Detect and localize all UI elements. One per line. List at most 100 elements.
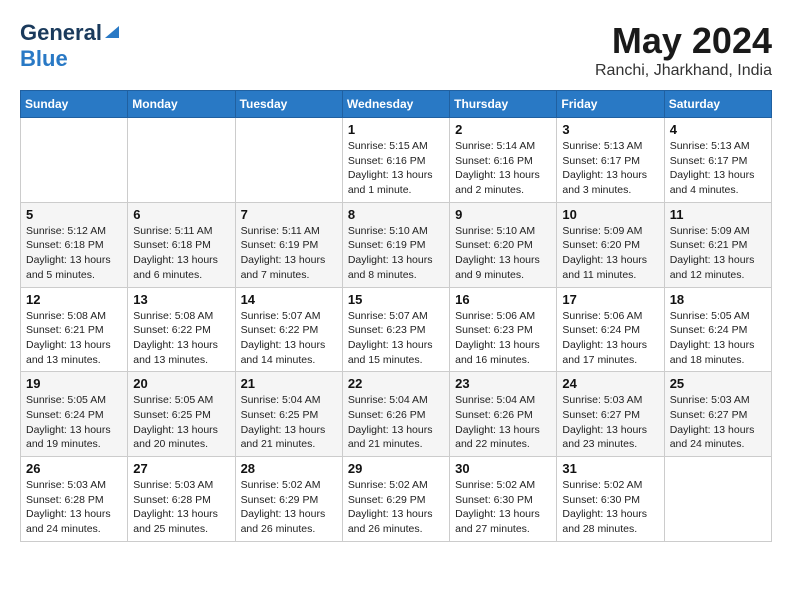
day-info: Sunrise: 5:04 AMSunset: 6:26 PMDaylight:… — [455, 393, 551, 452]
calendar-cell: 20 Sunrise: 5:05 AMSunset: 6:25 PMDayligh… — [128, 372, 235, 457]
calendar-cell: 31Sunrise: 5:02 AMSunset: 6:30 PMDayligh… — [557, 457, 664, 542]
day-number: 31 — [562, 461, 658, 476]
col-thursday: Thursday — [450, 91, 557, 118]
title-area: May 2024 Ranchi, Jharkhand, India — [595, 20, 772, 80]
calendar-cell: 4Sunrise: 5:13 AMSunset: 6:17 PMDaylight… — [664, 118, 771, 203]
calendar-cell: 1 Sunrise: 5:15 AMSunset: 6:16 PMDaylight… — [342, 118, 449, 203]
day-info: Sunrise: 5:15 AMSunset: 6:16 PMDaylight:… — [348, 139, 444, 198]
day-info: Sunrise: 5:05 AMSunset: 6:24 PMDaylight:… — [26, 393, 122, 452]
calendar-week-4: 19 Sunrise: 5:05 AMSunset: 6:24 PMDayligh… — [21, 372, 772, 457]
day-number: 18 — [670, 292, 766, 307]
col-wednesday: Wednesday — [342, 91, 449, 118]
day-number: 30 — [455, 461, 551, 476]
col-tuesday: Tuesday — [235, 91, 342, 118]
day-number: 24 — [562, 376, 658, 391]
page-title: May 2024 — [595, 20, 772, 62]
day-number: 19 — [26, 376, 122, 391]
day-info: Sunrise: 5:14 AMSunset: 6:16 PMDaylight:… — [455, 139, 551, 198]
logo-general: General — [20, 20, 102, 46]
calendar-cell: 10Sunrise: 5:09 AMSunset: 6:20 PMDayligh… — [557, 202, 664, 287]
calendar-cell: 30Sunrise: 5:02 AMSunset: 6:30 PMDayligh… — [450, 457, 557, 542]
day-info: Sunrise: 5:07 AMSunset: 6:23 PMDaylight:… — [348, 309, 444, 368]
calendar-week-3: 12 Sunrise: 5:08 AMSunset: 6:21 PMDayligh… — [21, 287, 772, 372]
day-number: 25 — [670, 376, 766, 391]
day-info: Sunrise: 5:03 AMSunset: 6:27 PMDaylight:… — [562, 393, 658, 452]
day-number: 7 — [241, 207, 337, 222]
day-number: 17 — [562, 292, 658, 307]
day-info: Sunrise: 5:12 AMSunset: 6:18 PMDaylight:… — [26, 224, 122, 283]
day-info: Sunrise: 5:10 AMSunset: 6:20 PMDaylight:… — [455, 224, 551, 283]
col-monday: Monday — [128, 91, 235, 118]
day-info: Sunrise: 5:10 AMSunset: 6:19 PMDaylight:… — [348, 224, 444, 283]
day-number: 3 — [562, 122, 658, 137]
day-info: Sunrise: 5:11 AMSunset: 6:18 PMDaylight:… — [133, 224, 229, 283]
day-info: Sunrise: 5:07 AMSunset: 6:22 PMDaylight:… — [241, 309, 337, 368]
day-number: 5 — [26, 207, 122, 222]
day-info: Sunrise: 5:05 AMSunset: 6:24 PMDaylight:… — [670, 309, 766, 368]
header: General Blue May 2024 Ranchi, Jharkhand,… — [20, 20, 772, 80]
day-number: 13 — [133, 292, 229, 307]
calendar: Sunday Monday Tuesday Wednesday Thursday… — [20, 90, 772, 542]
day-info: Sunrise: 5:03 AMSunset: 6:27 PMDaylight:… — [670, 393, 766, 452]
day-number: 16 — [455, 292, 551, 307]
calendar-cell — [235, 118, 342, 203]
col-saturday: Saturday — [664, 91, 771, 118]
calendar-cell: 11 Sunrise: 5:09 AMSunset: 6:21 PMDayligh… — [664, 202, 771, 287]
day-info: Sunrise: 5:06 AMSunset: 6:23 PMDaylight:… — [455, 309, 551, 368]
day-info: Sunrise: 5:09 AMSunset: 6:20 PMDaylight:… — [562, 224, 658, 283]
day-info: Sunrise: 5:02 AMSunset: 6:29 PMDaylight:… — [241, 478, 337, 537]
calendar-cell: 18 Sunrise: 5:05 AMSunset: 6:24 PMDayligh… — [664, 287, 771, 372]
calendar-cell: 16 Sunrise: 5:06 AMSunset: 6:23 PMDayligh… — [450, 287, 557, 372]
calendar-week-5: 26 Sunrise: 5:03 AMSunset: 6:28 PMDayligh… — [21, 457, 772, 542]
calendar-cell: 29Sunrise: 5:02 AMSunset: 6:29 PMDayligh… — [342, 457, 449, 542]
day-info: Sunrise: 5:05 AMSunset: 6:25 PMDaylight:… — [133, 393, 229, 452]
day-number: 23 — [455, 376, 551, 391]
page-subtitle: Ranchi, Jharkhand, India — [595, 62, 772, 80]
calendar-cell: 28 Sunrise: 5:02 AMSunset: 6:29 PMDayligh… — [235, 457, 342, 542]
day-info: Sunrise: 5:13 AMSunset: 6:17 PMDaylight:… — [670, 139, 766, 198]
day-number: 6 — [133, 207, 229, 222]
calendar-cell — [21, 118, 128, 203]
day-number: 27 — [133, 461, 229, 476]
calendar-cell — [128, 118, 235, 203]
calendar-cell: 22Sunrise: 5:04 AMSunset: 6:26 PMDayligh… — [342, 372, 449, 457]
day-number: 8 — [348, 207, 444, 222]
calendar-cell: 14 Sunrise: 5:07 AMSunset: 6:22 PMDayligh… — [235, 287, 342, 372]
calendar-cell: 24 Sunrise: 5:03 AMSunset: 6:27 PMDayligh… — [557, 372, 664, 457]
calendar-cell: 25 Sunrise: 5:03 AMSunset: 6:27 PMDayligh… — [664, 372, 771, 457]
logo: General Blue — [20, 20, 121, 72]
logo-blue: Blue — [20, 46, 68, 71]
day-info: Sunrise: 5:11 AMSunset: 6:19 PMDaylight:… — [241, 224, 337, 283]
calendar-cell: 12 Sunrise: 5:08 AMSunset: 6:21 PMDayligh… — [21, 287, 128, 372]
calendar-cell: 26 Sunrise: 5:03 AMSunset: 6:28 PMDayligh… — [21, 457, 128, 542]
calendar-cell: 7 Sunrise: 5:11 AMSunset: 6:19 PMDaylight… — [235, 202, 342, 287]
calendar-cell: 6 Sunrise: 5:11 AMSunset: 6:18 PMDaylight… — [128, 202, 235, 287]
calendar-cell: 2Sunrise: 5:14 AMSunset: 6:16 PMDaylight… — [450, 118, 557, 203]
day-number: 26 — [26, 461, 122, 476]
day-number: 15 — [348, 292, 444, 307]
day-info: Sunrise: 5:08 AMSunset: 6:22 PMDaylight:… — [133, 309, 229, 368]
day-info: Sunrise: 5:09 AMSunset: 6:21 PMDaylight:… — [670, 224, 766, 283]
day-number: 20 — [133, 376, 229, 391]
calendar-cell: 9 Sunrise: 5:10 AMSunset: 6:20 PMDaylight… — [450, 202, 557, 287]
day-number: 1 — [348, 122, 444, 137]
day-number: 29 — [348, 461, 444, 476]
calendar-cell: 19 Sunrise: 5:05 AMSunset: 6:24 PMDayligh… — [21, 372, 128, 457]
day-number: 9 — [455, 207, 551, 222]
day-info: Sunrise: 5:04 AMSunset: 6:26 PMDaylight:… — [348, 393, 444, 452]
day-number: 14 — [241, 292, 337, 307]
calendar-cell: 3Sunrise: 5:13 AMSunset: 6:17 PMDaylight… — [557, 118, 664, 203]
day-number: 12 — [26, 292, 122, 307]
day-number: 11 — [670, 207, 766, 222]
day-number: 28 — [241, 461, 337, 476]
calendar-cell: 23 Sunrise: 5:04 AMSunset: 6:26 PMDayligh… — [450, 372, 557, 457]
calendar-cell: 8 Sunrise: 5:10 AMSunset: 6:19 PMDaylight… — [342, 202, 449, 287]
day-info: Sunrise: 5:06 AMSunset: 6:24 PMDaylight:… — [562, 309, 658, 368]
day-info: Sunrise: 5:08 AMSunset: 6:21 PMDaylight:… — [26, 309, 122, 368]
day-info: Sunrise: 5:03 AMSunset: 6:28 PMDaylight:… — [26, 478, 122, 537]
day-number: 21 — [241, 376, 337, 391]
col-sunday: Sunday — [21, 91, 128, 118]
calendar-week-2: 5 Sunrise: 5:12 AMSunset: 6:18 PMDaylight… — [21, 202, 772, 287]
calendar-cell: 27Sunrise: 5:03 AMSunset: 6:28 PMDayligh… — [128, 457, 235, 542]
calendar-cell: 13 Sunrise: 5:08 AMSunset: 6:22 PMDayligh… — [128, 287, 235, 372]
